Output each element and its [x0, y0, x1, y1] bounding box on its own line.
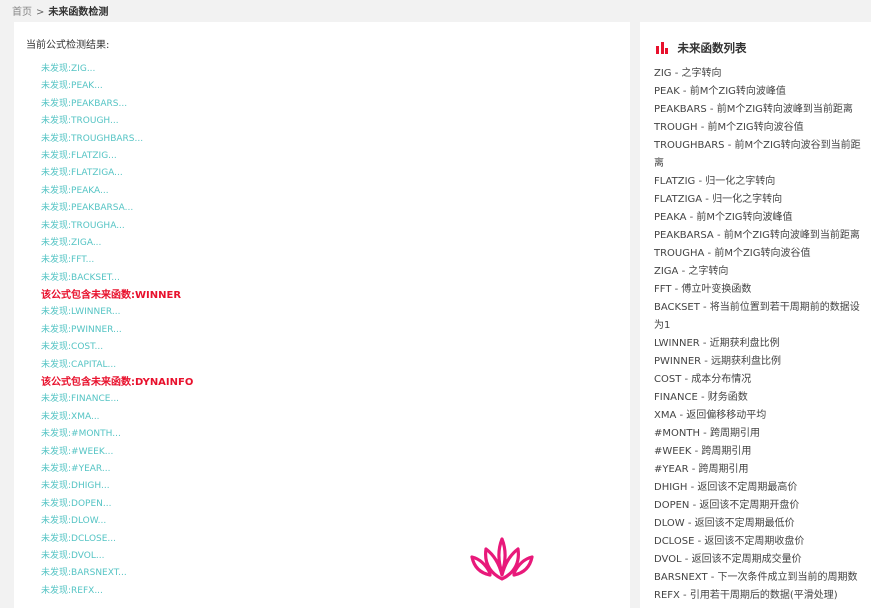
result-list: 未发现:ZIG... 未发现:PEAK... 未发现:PEAKBARS... 未发现:… — [41, 61, 193, 600]
function-list-item: FFT - 傅立叶变换函数 — [654, 284, 752, 295]
function-list-item: DLOW - 返回该不定周期最低价 — [654, 518, 795, 529]
result-line: 未发现:PEAKA... — [41, 185, 109, 196]
result-line: 未发现:PWINNER... — [41, 324, 122, 335]
future-function-list: ZIG - 之字转向 PEAK - 前M个ZIG转向波峰值 PEAKBARS - 前… — [654, 65, 866, 605]
function-list-item: REFX - 引用若干周期后的数据(平滑处理) — [654, 590, 838, 601]
function-list-item: TROUGHA - 前M个ZIG转向波谷值 — [654, 248, 811, 259]
future-function-list-panel: 未来函数列表 ZIG - 之字转向 PEAK - 前M个ZIG转向波峰值 PEAKB… — [640, 22, 871, 608]
function-list-item: BACKSET - 将当前位置到若干周期前的数据设为1 — [654, 302, 860, 331]
result-line: 未发现:PEAKBARS... — [41, 98, 128, 109]
result-line: 未发现:#WEEK... — [41, 446, 114, 457]
result-line: 未发现:DLOW... — [41, 516, 107, 527]
function-list-item: DVOL - 返回该不定周期成交量价 — [654, 554, 802, 565]
result-line: 未发现:FLATZIG... — [41, 150, 117, 161]
result-line: 未发现:PEAK... — [41, 81, 103, 92]
side-title: 未来函数列表 — [677, 41, 747, 55]
result-title: 当前公式检测结果: — [26, 40, 110, 51]
function-list-item: TROUGHBARS - 前M个ZIG转向波谷到当前距离 — [654, 140, 861, 169]
result-line: 未发现:ZIGA... — [41, 237, 102, 248]
result-line: 未发现:FLATZIGA... — [41, 168, 123, 179]
future-function-found: 该公式包含未来函数:DYNAINFO — [41, 377, 194, 389]
result-line: 未发现:FINANCE... — [41, 394, 120, 405]
function-list-item: FLATZIGA - 归一化之字转向 — [654, 194, 783, 205]
function-list-item: DOPEN - 返回该不定周期开盘价 — [654, 500, 800, 511]
function-list-item: PEAKBARS - 前M个ZIG转向波峰到当前距离 — [654, 104, 853, 115]
result-line: 未发现:CAPITAL... — [41, 359, 117, 370]
result-line: 未发现:DCLOSE... — [41, 533, 117, 544]
result-line: 未发现:TROUGHA... — [41, 220, 125, 231]
function-list-item: #MONTH - 跨周期引用 — [654, 428, 760, 439]
lotus-logo — [470, 537, 534, 581]
function-list-item: ZIGA - 之字转向 — [654, 266, 729, 277]
function-list-item: DHIGH - 返回该不定周期最高价 — [654, 482, 798, 493]
result-line: 未发现:BACKSET... — [41, 272, 120, 283]
result-line: 未发现:XMA... — [41, 411, 100, 422]
function-list-item: #YEAR - 跨周期引用 — [654, 464, 749, 475]
function-list-item: PEAKA - 前M个ZIG转向波峰值 — [654, 212, 793, 223]
result-line: 未发现:COST... — [41, 342, 104, 353]
result-line: 未发现:BARSNEXT... — [41, 568, 127, 579]
result-line: 未发现:REFX... — [41, 585, 103, 596]
result-line: 未发现:#YEAR... — [41, 463, 111, 474]
function-list-item: COST - 成本分布情况 — [654, 374, 752, 385]
result-line: 未发现:DHIGH... — [41, 481, 110, 492]
function-list-item: DCLOSE - 返回该不定周期收盘价 — [654, 536, 805, 547]
result-line: 未发现:PEAKBARSA... — [41, 203, 134, 214]
result-line: 未发现:#MONTH... — [41, 429, 121, 440]
breadcrumb-separator: > — [36, 7, 45, 18]
result-line: 未发现:TROUGH... — [41, 116, 119, 127]
result-line: 未发现:DOPEN... — [41, 498, 112, 509]
result-line: 未发现:FFT... — [41, 255, 95, 266]
function-list-item: LWINNER - 近期获利盘比例 — [654, 338, 780, 349]
result-line: 未发现:TROUGHBARS... — [41, 133, 144, 144]
bar-chart-icon — [656, 42, 670, 54]
side-header: 未来函数列表 — [656, 40, 747, 56]
result-line: 未发现:ZIG... — [41, 64, 96, 74]
breadcrumb-home-link[interactable]: 首页 — [12, 7, 32, 18]
function-list-item: PEAK - 前M个ZIG转向波峰值 — [654, 86, 786, 97]
function-list-item: FLATZIG - 归一化之字转向 — [654, 176, 776, 187]
result-line: 未发现:LWINNER... — [41, 307, 121, 318]
breadcrumb-current: 未来函数检测 — [48, 7, 109, 18]
function-list-item: BARSNEXT - 下一次条件成立到当前的周期数 — [654, 572, 858, 583]
future-function-found: 该公式包含未来函数:WINNER — [41, 290, 182, 302]
result-line: 未发现:DVOL... — [41, 550, 105, 561]
breadcrumb: 首页 > 未来函数检测 — [12, 3, 108, 18]
function-list-item: TROUGH - 前M个ZIG转向波谷值 — [654, 122, 804, 133]
function-list-item: FINANCE - 财务函数 — [654, 392, 748, 403]
function-list-item: PWINNER - 远期获利盘比例 — [654, 356, 782, 367]
function-list-item: #WEEK - 跨周期引用 — [654, 446, 752, 457]
function-list-item: XMA - 返回偏移移动平均 — [654, 410, 767, 421]
function-list-item: ZIG - 之字转向 — [654, 68, 722, 79]
detection-result-panel: 当前公式检测结果: 未发现:ZIG... 未发现:PEAK... 未发现:PEAKB… — [14, 22, 630, 608]
function-list-item: PEAKBARSA - 前M个ZIG转向波峰到当前距离 — [654, 230, 860, 241]
